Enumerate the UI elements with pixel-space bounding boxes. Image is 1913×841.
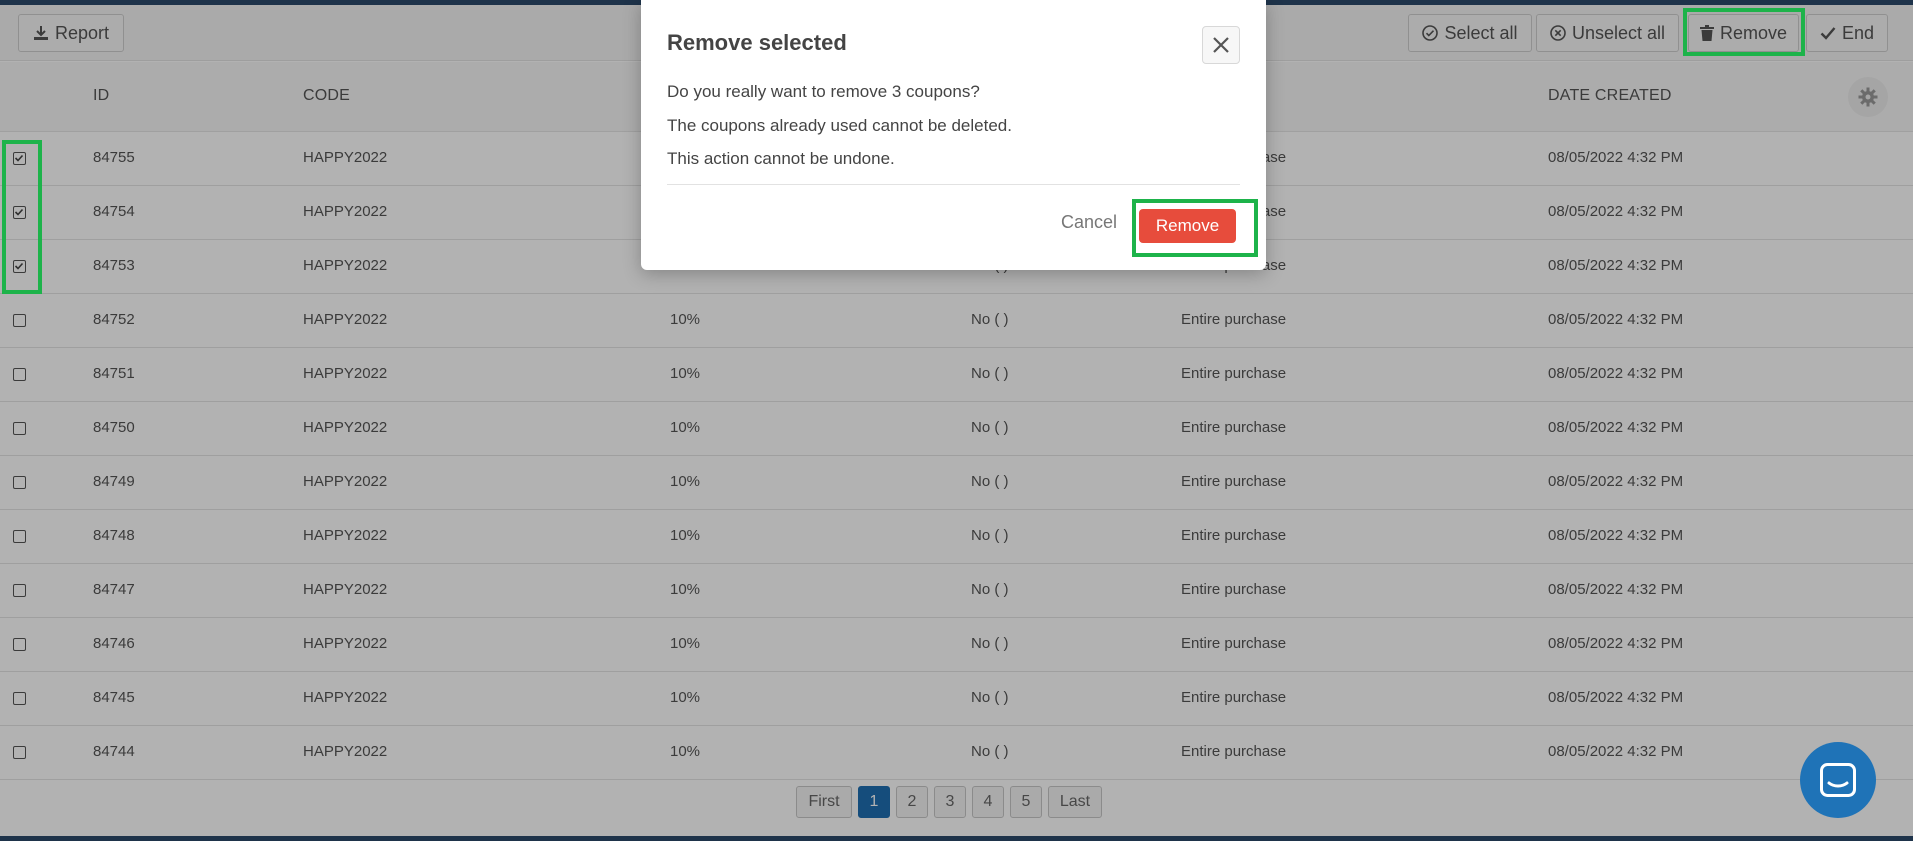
dialog-message-line-3: This action cannot be undone. — [667, 149, 895, 168]
chat-icon — [1820, 763, 1856, 797]
dialog-close-button[interactable] — [1202, 26, 1240, 64]
dialog-message-line-1: Do you really want to remove 3 coupons? — [667, 82, 980, 101]
remove-selected-dialog: Remove selected Do you really want to re… — [641, 0, 1266, 270]
dialog-divider — [667, 184, 1240, 185]
dialog-message-line-2: The coupons already used cannot be delet… — [667, 116, 1012, 135]
dialog-remove-button[interactable]: Remove — [1139, 209, 1236, 243]
dialog-cancel-button[interactable]: Cancel — [1061, 212, 1117, 233]
dialog-title: Remove selected — [667, 30, 847, 55]
close-icon — [1213, 37, 1229, 53]
chat-launcher-button[interactable] — [1800, 742, 1876, 818]
